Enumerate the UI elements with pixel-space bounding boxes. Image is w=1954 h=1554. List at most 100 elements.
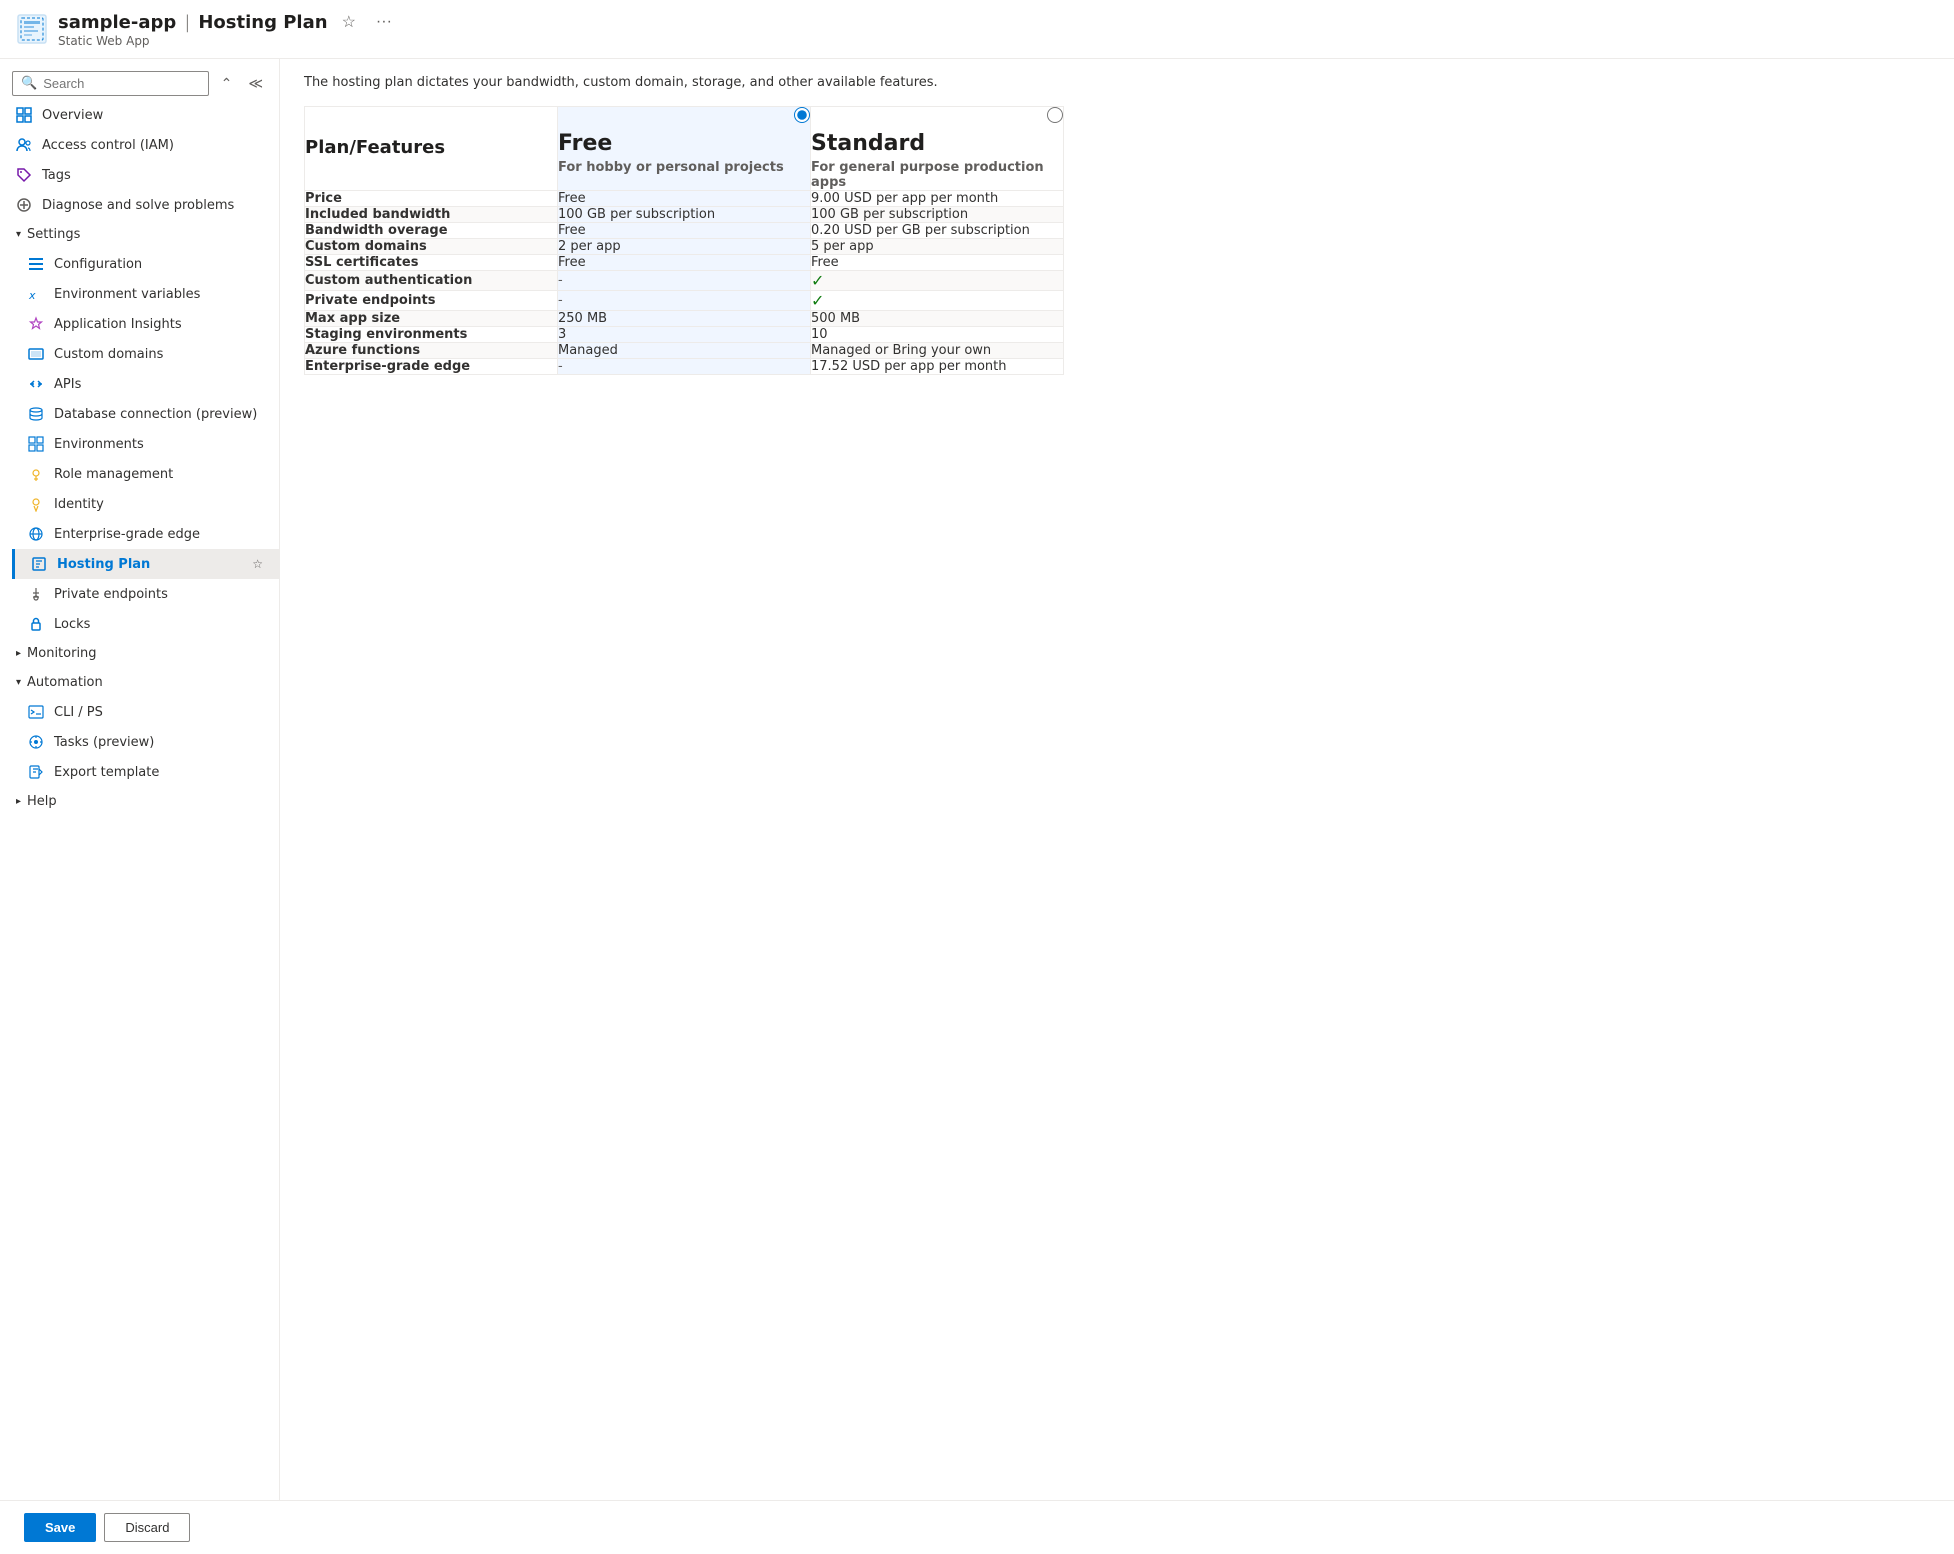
table-row: Included bandwidth100 GB per subscriptio… (305, 207, 1064, 223)
sidebar-item-iam[interactable]: Access control (IAM) (0, 130, 279, 160)
table-row: Custom authentication-✓ (305, 271, 1064, 291)
content-area: The hosting plan dictates your bandwidth… (280, 59, 1954, 1500)
environments-icon (28, 436, 44, 452)
expand-icon: ▾ (16, 677, 21, 688)
sidebar-group-settings[interactable]: ▾ Settings (0, 220, 279, 249)
search-icon: 🔍 (21, 76, 37, 91)
sidebar-group-monitoring[interactable]: ▸ Monitoring (0, 639, 279, 668)
free-value-cell: 2 per app (558, 239, 811, 255)
sidebar-item-label: Tasks (preview) (54, 735, 263, 750)
tasks-icon (28, 734, 44, 750)
sidebar-group-automation[interactable]: ▾ Automation (0, 668, 279, 697)
sidebar-item-private-endpoints[interactable]: Private endpoints (12, 579, 279, 609)
sidebar-item-overview[interactable]: Overview (0, 100, 279, 130)
bottom-bar: Save Discard (0, 1500, 1954, 1554)
sidebar-item-env-vars[interactable]: x Environment variables (12, 279, 279, 309)
sidebar-item-export-template[interactable]: Export template (12, 757, 279, 787)
sidebar-item-tasks[interactable]: Tasks (preview) (12, 727, 279, 757)
nav-back-button[interactable]: ⌃ (217, 71, 237, 96)
export-template-icon (28, 764, 44, 780)
header-title-group: sample-app | Hosting Plan ☆ ··· Static W… (58, 10, 398, 48)
iam-icon (16, 137, 32, 153)
hosting-plan-star[interactable]: ☆ (252, 557, 263, 571)
sidebar-item-diagnose[interactable]: Diagnose and solve problems (0, 190, 279, 220)
sidebar-item-label: Identity (54, 497, 263, 512)
more-options-button[interactable]: ··· (370, 11, 398, 33)
standard-value-cell: 5 per app (811, 239, 1064, 255)
sidebar-item-label: APIs (54, 377, 263, 392)
sidebar-item-environments[interactable]: Environments (12, 429, 279, 459)
sidebar-group-help[interactable]: ▸ Help (0, 787, 279, 816)
feature-cell: Enterprise-grade edge (305, 359, 558, 375)
sidebar-item-label: Environments (54, 437, 263, 452)
collapse-sidebar-button[interactable]: ≪ (244, 71, 267, 96)
free-value-cell: - (558, 271, 811, 291)
standard-plan-name: Standard (811, 131, 1063, 156)
feature-cell: Custom authentication (305, 271, 558, 291)
discard-button[interactable]: Discard (104, 1513, 190, 1542)
sidebar-item-hosting-plan[interactable]: Hosting Plan ☆ (12, 549, 279, 579)
sidebar-item-label: Diagnose and solve problems (42, 198, 263, 213)
table-row: Max app size250 MB500 MB (305, 311, 1064, 327)
table-row: Private endpoints-✓ (305, 291, 1064, 311)
feature-cell: Price (305, 191, 558, 207)
settings-children: Configuration x Environment variables Ap… (0, 249, 279, 639)
role-mgmt-icon (28, 466, 44, 482)
settings-group-label: Settings (27, 227, 80, 242)
standard-plan-radio[interactable] (1047, 107, 1063, 123)
sidebar-item-custom-domains[interactable]: Custom domains (12, 339, 279, 369)
standard-value-cell: 100 GB per subscription (811, 207, 1064, 223)
feature-cell: Max app size (305, 311, 558, 327)
sidebar-item-locks[interactable]: Locks (12, 609, 279, 639)
page-header: sample-app | Hosting Plan ☆ ··· Static W… (0, 0, 1954, 59)
free-value-cell: Managed (558, 343, 811, 359)
free-plan-name: Free (558, 131, 810, 156)
app-name: sample-app (58, 12, 176, 33)
configuration-icon (28, 256, 44, 272)
search-input[interactable] (43, 76, 199, 91)
header-title: sample-app | Hosting Plan ☆ ··· (58, 10, 398, 34)
app-insights-icon (28, 316, 44, 332)
hosting-plan-icon (31, 556, 47, 572)
sidebar-item-label: Role management (54, 467, 263, 482)
enterprise-edge-icon (28, 526, 44, 542)
sidebar-item-identity[interactable]: Identity (12, 489, 279, 519)
expand-icon: ▸ (16, 648, 21, 659)
favorite-button[interactable]: ☆ (336, 10, 362, 34)
search-box[interactable]: 🔍 (12, 71, 209, 96)
sidebar-item-label: Enterprise-grade edge (54, 527, 263, 542)
dash-value: - (558, 293, 563, 308)
sidebar-item-label: Locks (54, 617, 263, 632)
standard-value-cell: 10 (811, 327, 1064, 343)
free-plan-desc: For hobby or personal projects (558, 160, 810, 175)
save-button[interactable]: Save (24, 1513, 96, 1542)
sidebar-item-db-connection[interactable]: Database connection (preview) (12, 399, 279, 429)
standard-value-cell: ✓ (811, 271, 1064, 291)
free-plan-radio[interactable] (794, 107, 810, 123)
table-row: Enterprise-grade edge-17.52 USD per app … (305, 359, 1064, 375)
sidebar-item-apis[interactable]: APIs (12, 369, 279, 399)
sidebar-item-label: Export template (54, 765, 263, 780)
standard-value-cell: 9.00 USD per app per month (811, 191, 1064, 207)
standard-value-cell: Managed or Bring your own (811, 343, 1064, 359)
help-group-label: Help (27, 794, 57, 809)
expand-icon: ▾ (16, 229, 21, 240)
free-value-cell: 3 (558, 327, 811, 343)
free-value-cell: - (558, 291, 811, 311)
sidebar-item-tags[interactable]: Tags (0, 160, 279, 190)
sidebar-item-label: CLI / PS (54, 705, 263, 720)
identity-icon (28, 496, 44, 512)
free-value-cell: Free (558, 191, 811, 207)
sidebar-item-configuration[interactable]: Configuration (12, 249, 279, 279)
sidebar-item-label: Access control (IAM) (42, 138, 263, 153)
check-mark: ✓ (811, 291, 824, 310)
table-row: PriceFree9.00 USD per app per month (305, 191, 1064, 207)
table-row: Bandwidth overageFree0.20 USD per GB per… (305, 223, 1064, 239)
sidebar-item-app-insights[interactable]: Application Insights (12, 309, 279, 339)
sidebar-item-enterprise-edge[interactable]: Enterprise-grade edge (12, 519, 279, 549)
expand-icon: ▸ (16, 796, 21, 807)
sidebar-item-role-mgmt[interactable]: Role management (12, 459, 279, 489)
table-row: Custom domains2 per app5 per app (305, 239, 1064, 255)
sidebar-item-cli-ps[interactable]: CLI / PS (12, 697, 279, 727)
header-subtitle: Static Web App (58, 34, 398, 48)
